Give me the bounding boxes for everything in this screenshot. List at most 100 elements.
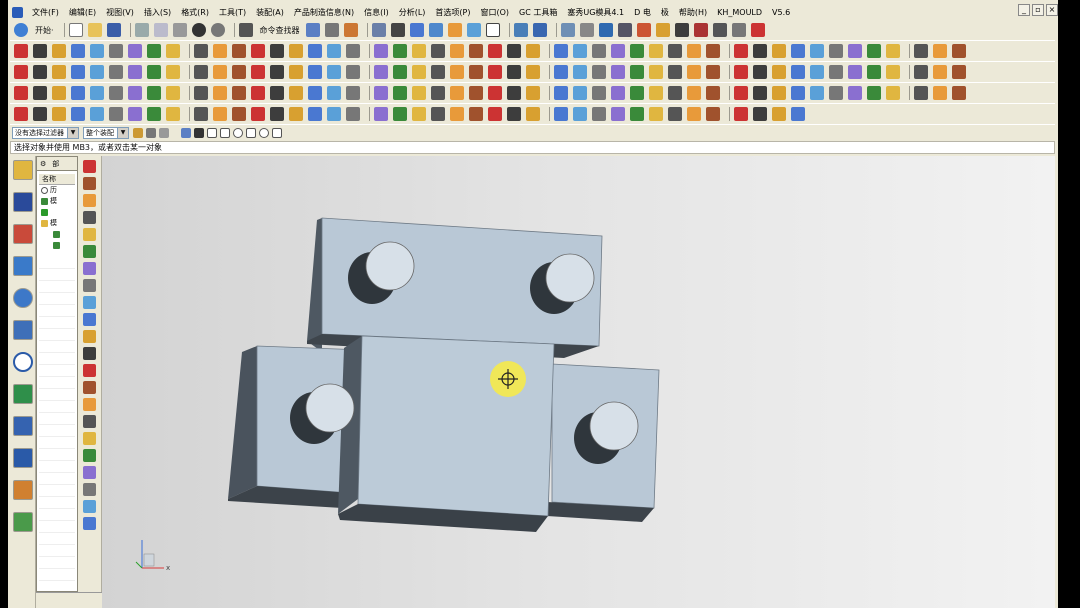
curve-tool-icon[interactable] [128,65,142,79]
mold-tool-icon[interactable] [83,296,96,309]
synchronous-tool-icon[interactable] [393,107,407,121]
feature-tool-icon[interactable] [914,44,928,58]
feature-tool-icon[interactable] [554,44,568,58]
mold-tool-icon[interactable] [83,364,96,377]
synchronous-tool-icon[interactable] [33,107,47,121]
mold-tool-icon[interactable] [83,211,96,224]
feature-tool-icon[interactable] [526,44,540,58]
mold-tool-icon[interactable] [83,415,96,428]
feature-tool-icon[interactable] [393,44,407,58]
constraint-navigator-icon[interactable] [13,192,33,212]
curve-tool-icon[interactable] [867,65,881,79]
tab-part-navigator[interactable]: 部 [49,159,62,169]
edit-feature-tool-icon[interactable] [649,86,663,100]
edit-feature-tool-icon[interactable] [251,86,265,100]
edge-select-icon[interactable] [194,127,204,138]
menu-preferences[interactable]: 首选项(P) [430,7,475,18]
feature-tool-icon[interactable] [668,44,682,58]
feature-tool-icon[interactable] [327,44,341,58]
edit-feature-tool-icon[interactable] [90,86,104,100]
mold-tool-icon[interactable] [83,245,96,258]
curve-tool-icon[interactable] [109,65,123,79]
mold-tool-icon[interactable] [83,347,96,360]
column-header-name[interactable]: 名称 [39,174,75,185]
menu-view[interactable]: 视图(V) [101,7,139,18]
synchronous-tool-icon[interactable] [90,107,104,121]
mold-tool-icon[interactable] [83,194,96,207]
feature-tool-icon[interactable] [232,44,246,58]
synchronous-tool-icon[interactable] [14,107,28,121]
curve-tool-icon[interactable] [213,65,227,79]
start-icon[interactable] [14,23,28,37]
menu-extreme[interactable]: 极 [656,7,674,18]
synchronous-tool-icon[interactable] [450,107,464,121]
feature-tool-icon[interactable] [507,44,521,58]
curve-tool-icon[interactable] [611,65,625,79]
palette-icon[interactable] [13,512,33,532]
mold-tool-icon[interactable] [83,398,96,411]
manufacturing-wizard-icon[interactable] [13,448,33,468]
clock-icon[interactable] [13,352,33,372]
new-file-icon[interactable] [68,23,83,37]
roles-icon[interactable] [13,480,33,500]
feature-tool-icon[interactable] [753,44,767,58]
curve-tool-icon[interactable] [507,65,521,79]
copy-icon[interactable] [153,23,168,37]
synchronous-tool-icon[interactable] [346,107,360,121]
synchronous-tool-icon[interactable] [772,107,786,121]
curve-tool-icon[interactable] [251,65,265,79]
shaded-view-icon[interactable] [409,23,424,37]
feature-tool-icon[interactable] [412,44,426,58]
mold-tool-icon[interactable] [83,279,96,292]
edit-feature-tool-icon[interactable] [270,86,284,100]
feature-tool-icon[interactable] [251,44,265,58]
fit-view-icon[interactable] [371,23,386,37]
curve-tool-icon[interactable] [526,65,540,79]
orient-view-icon[interactable] [428,23,443,37]
redo-icon[interactable] [210,23,225,37]
feature-tool-icon[interactable] [194,44,208,58]
section-view-icon[interactable] [466,23,481,37]
curve-tool-icon[interactable] [592,65,606,79]
existing-point-icon[interactable] [272,127,282,138]
model-scene[interactable]: x [102,156,1055,608]
zoom-icon[interactable] [390,23,405,37]
snap-point-icon[interactable] [133,127,143,138]
feature-tool-icon[interactable] [734,44,748,58]
edit-feature-tool-icon[interactable] [952,86,966,100]
select-all-icon[interactable] [146,127,156,138]
feature-tool-icon[interactable] [848,44,862,58]
menu-edit[interactable]: 编辑(E) [64,7,101,18]
tool-icon[interactable] [636,23,651,37]
feature-tool-icon[interactable] [52,44,66,58]
edit-feature-tool-icon[interactable] [213,86,227,100]
edit-feature-tool-icon[interactable] [592,86,606,100]
menu-gc-toolkit[interactable]: GC 工具箱 [514,7,562,18]
menu-format[interactable]: 格式(R) [176,7,214,18]
curve-tool-icon[interactable] [308,65,322,79]
curve-tool-icon[interactable] [469,65,483,79]
synchronous-tool-icon[interactable] [469,107,483,121]
synchronous-tool-icon[interactable] [270,107,284,121]
edit-feature-tool-icon[interactable] [753,86,767,100]
synchronous-tool-icon[interactable] [630,107,644,121]
feature-tool-icon[interactable] [109,44,123,58]
synchronous-tool-icon[interactable] [668,107,682,121]
edit-feature-tool-icon[interactable] [848,86,862,100]
curve-tool-icon[interactable] [194,65,208,79]
midpoint-icon[interactable] [220,127,230,138]
feature-tool-icon[interactable] [431,44,445,58]
curve-tool-icon[interactable] [810,65,824,79]
synchronous-tool-icon[interactable] [706,107,720,121]
curve-tool-icon[interactable] [933,65,947,79]
curve-tool-icon[interactable] [791,65,805,79]
menu-window[interactable]: 窗口(O) [475,7,514,18]
feature-tool-icon[interactable] [933,44,947,58]
mold-tool-icon[interactable] [83,449,96,462]
curve-tool-icon[interactable] [166,65,180,79]
feature-tool-icon[interactable] [687,44,701,58]
tree-node-feature[interactable] [37,240,77,251]
curve-tool-icon[interactable] [374,65,388,79]
curve-tool-icon[interactable] [753,65,767,79]
synchronous-tool-icon[interactable] [251,107,265,121]
